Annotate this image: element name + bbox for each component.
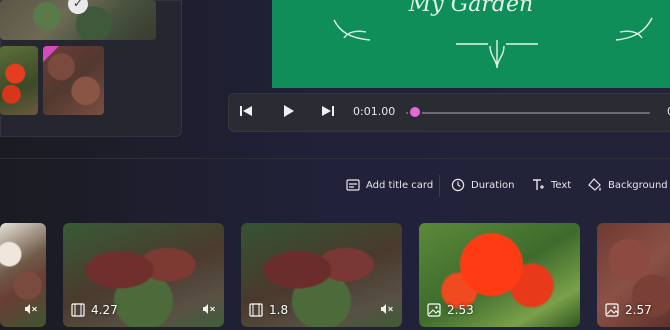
playback-bar: 0:01.00 0 xyxy=(228,93,670,132)
library-item-red-flowers[interactable] xyxy=(0,46,38,115)
storyboard-toolbar: Add title card Duration Text Background xyxy=(0,176,670,194)
previous-frame-icon[interactable] xyxy=(238,103,256,121)
clip-duration-label: 2.53 xyxy=(427,303,474,317)
title-card-icon xyxy=(346,179,360,191)
storyboard-clip[interactable] xyxy=(0,223,46,327)
ornament-right-icon xyxy=(612,16,656,44)
seek-track[interactable] xyxy=(406,112,650,114)
mute-icon[interactable] xyxy=(202,303,216,315)
background-label: Background xyxy=(608,179,668,191)
storyboard-clip[interactable]: 1.8 xyxy=(241,223,402,327)
video-clip-icon xyxy=(249,303,263,317)
clip-duration: 2.53 xyxy=(447,303,474,317)
storyboard-clip[interactable]: 4.27 xyxy=(63,223,224,327)
text-label: Text xyxy=(551,179,572,191)
clip-duration-label: 4.27 xyxy=(71,303,118,317)
storyboard-clip[interactable]: 2.53 xyxy=(419,223,580,327)
seek-handle[interactable] xyxy=(410,107,420,117)
play-icon[interactable] xyxy=(280,103,298,121)
clip-duration: 1.8 xyxy=(269,303,289,317)
next-frame-icon[interactable] xyxy=(320,103,338,121)
title-card-text: My Garden xyxy=(408,0,534,17)
toolbar-separator xyxy=(439,175,440,197)
mute-icon[interactable] xyxy=(24,303,38,315)
library-item-garden[interactable]: ✓ xyxy=(0,0,156,40)
storyboard-clip[interactable]: 2.57 xyxy=(597,223,670,327)
video-clip-icon xyxy=(71,303,85,317)
ornament-left-icon xyxy=(330,18,374,42)
project-library: ✓ xyxy=(0,0,182,137)
video-preview: My Garden xyxy=(272,0,670,88)
clip-duration-label: 1.8 xyxy=(249,303,288,317)
clip-duration: 4.27 xyxy=(91,303,118,317)
duration-button[interactable]: Duration xyxy=(451,176,514,194)
checkmark-icon: ✓ xyxy=(68,0,88,14)
text-icon xyxy=(531,178,545,192)
add-title-card-label: Add title card xyxy=(366,179,434,191)
image-icon xyxy=(427,303,441,317)
add-title-card-button[interactable]: Add title card xyxy=(346,176,433,194)
duration-label: Duration xyxy=(471,179,515,191)
background-button[interactable]: Background xyxy=(588,176,668,194)
clip-duration-label: 2.57 xyxy=(605,303,652,317)
text-button[interactable]: Text xyxy=(531,176,571,194)
added-marker-icon xyxy=(43,46,59,62)
clock-icon xyxy=(451,178,465,192)
panel-divider xyxy=(0,158,670,159)
clip-duration: 2.57 xyxy=(625,303,652,317)
ornament-center-icon xyxy=(454,38,540,72)
current-time: 0:01.00 xyxy=(353,105,396,118)
library-item-red-leaves[interactable] xyxy=(43,46,104,115)
background-icon xyxy=(588,178,602,192)
mute-icon[interactable] xyxy=(380,303,394,315)
image-icon xyxy=(605,303,619,317)
